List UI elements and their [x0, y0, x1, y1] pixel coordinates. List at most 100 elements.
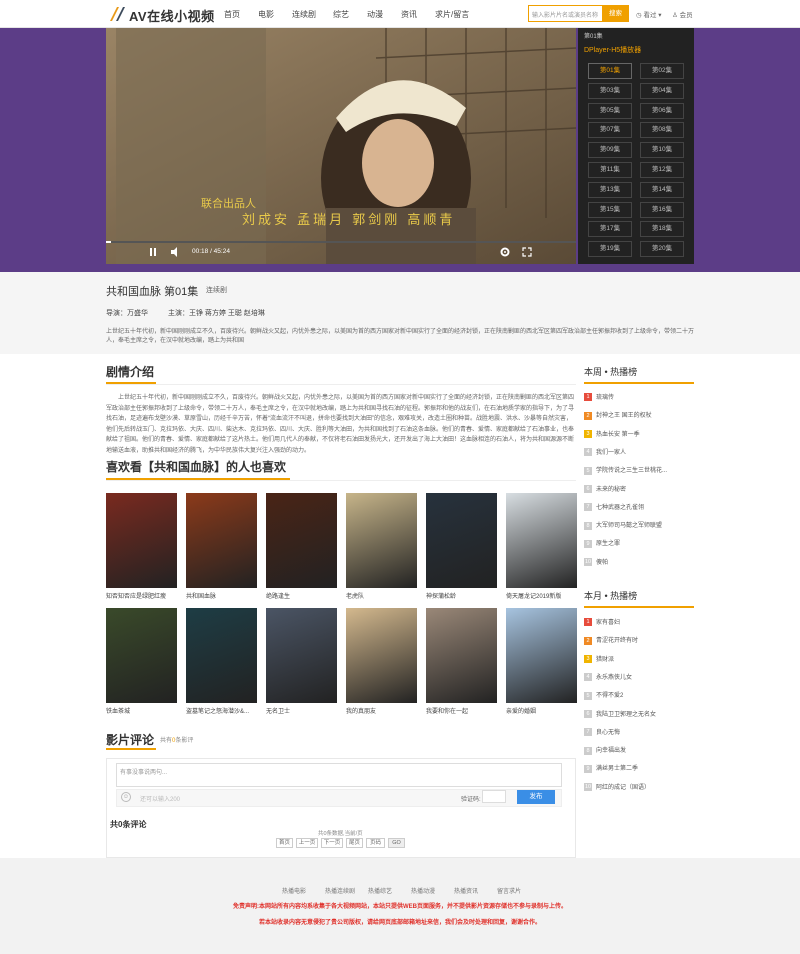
- poster-title[interactable]: 亲爱的婚姻: [506, 706, 577, 715]
- footer-link[interactable]: 热播资讯: [454, 886, 478, 895]
- nav-series[interactable]: 连续剧: [292, 9, 316, 20]
- rank-item[interactable]: 7 良心无悔: [584, 727, 620, 737]
- episode-button[interactable]: 第01集: [588, 63, 632, 79]
- rank-item[interactable]: 10 阿红的成记（国语）: [584, 782, 650, 792]
- rank-item[interactable]: 4 我们一家人: [584, 447, 626, 457]
- poster-title[interactable]: 铁血茶城: [106, 706, 177, 715]
- episode-button[interactable]: 第18集: [640, 221, 684, 238]
- logo-icon[interactable]: [108, 5, 126, 23]
- video-category-tag[interactable]: 连续剧: [206, 285, 227, 295]
- emoji-icon[interactable]: ☺: [121, 792, 131, 802]
- poster-thumbnail[interactable]: [266, 493, 337, 588]
- player-source-title[interactable]: DPlayer-H5播放器: [584, 45, 641, 55]
- poster-thumbnail[interactable]: [506, 608, 577, 703]
- episode-button[interactable]: 第02集: [640, 63, 684, 79]
- rank-item[interactable]: 8 大军师司马懿之军师联盟: [584, 520, 662, 530]
- rank-item[interactable]: 9 原生之罪: [584, 538, 620, 548]
- episode-button[interactable]: 第14集: [640, 181, 684, 198]
- poster-title[interactable]: 我要和你在一起: [426, 706, 497, 715]
- poster-title[interactable]: 倚天屠龙记2019新版: [506, 591, 577, 600]
- footer-link[interactable]: 留言求片: [497, 886, 521, 895]
- episode-button[interactable]: 第16集: [640, 201, 684, 218]
- rank-item[interactable]: 5 学院传说之三生三世桃花...: [584, 465, 667, 475]
- episode-button[interactable]: 第08集: [640, 122, 684, 139]
- fullscreen-icon[interactable]: [522, 247, 532, 257]
- footer-link[interactable]: 热播综艺: [368, 886, 392, 895]
- rank-item[interactable]: 2 封神之王 国王的权杖: [584, 410, 652, 420]
- footer-link[interactable]: 热播电影: [282, 886, 306, 895]
- poster-title[interactable]: 知否知否应是绿肥红瘦: [106, 591, 177, 600]
- rank-item[interactable]: 3 热血长安 第一季: [584, 429, 640, 439]
- episode-button[interactable]: 第09集: [588, 142, 632, 159]
- nav-home[interactable]: 首页: [224, 9, 240, 20]
- rank-item[interactable]: 1 琉璃传: [584, 392, 614, 402]
- poster-thumbnail[interactable]: [426, 608, 497, 703]
- rank-item[interactable]: 8 向幸福出发: [584, 745, 626, 755]
- rank-item[interactable]: 6 未来的秘密: [584, 484, 626, 493]
- settings-icon[interactable]: [500, 247, 510, 257]
- site-logo[interactable]: AV在线小视频: [129, 6, 215, 25]
- poster-thumbnail[interactable]: [186, 493, 257, 588]
- captcha-input[interactable]: [482, 790, 506, 803]
- rank-item[interactable]: 2 青涩花开终有时: [584, 635, 638, 645]
- pager-page-input[interactable]: 页码: [366, 838, 385, 848]
- watch-history-link[interactable]: ◷ 看过 ▾: [636, 9, 662, 19]
- rank-item[interactable]: 4 永乐燕侠儿女: [584, 672, 632, 682]
- member-link[interactable]: ♙ 会员: [672, 9, 693, 19]
- rank-item[interactable]: 10 傻帕: [584, 557, 608, 567]
- episode-button[interactable]: 第04集: [640, 82, 684, 99]
- poster-title[interactable]: 共和国血脉: [186, 591, 257, 600]
- comment-textarea[interactable]: 有事没事说两句...: [116, 763, 562, 787]
- comment-submit-button[interactable]: 发布: [517, 790, 555, 804]
- episode-button[interactable]: 第12集: [640, 162, 684, 178]
- rank-item[interactable]: 5 不得不爱2: [584, 690, 623, 700]
- poster-title[interactable]: 无名卫士: [266, 706, 337, 715]
- pager-last[interactable]: 尾页: [346, 838, 363, 848]
- episode-button[interactable]: 第15集: [588, 201, 632, 218]
- episode-button[interactable]: 第19集: [588, 241, 632, 258]
- search-button[interactable]: 搜索: [602, 5, 629, 22]
- episode-button[interactable]: 第05集: [588, 102, 632, 119]
- episode-button[interactable]: 第03集: [588, 82, 632, 99]
- rank-item[interactable]: 7 七种武器之孔雀翎: [584, 502, 644, 512]
- nav-news[interactable]: 资讯: [401, 9, 417, 20]
- poster-title[interactable]: 我的真朋友: [346, 706, 417, 715]
- poster-title[interactable]: 老虎队: [346, 591, 417, 600]
- footer-link[interactable]: 热播连续剧: [325, 886, 355, 895]
- episode-button[interactable]: 第10集: [640, 142, 684, 159]
- progress-bar[interactable]: [106, 241, 576, 243]
- pager-next[interactable]: 下一页: [321, 838, 343, 848]
- episode-button[interactable]: 第17集: [588, 221, 632, 238]
- rank-item[interactable]: 3 猎财派: [584, 654, 614, 664]
- rank-item[interactable]: 6 我陆卫卫郭理之无名女: [584, 709, 656, 718]
- director-name[interactable]: 万盛华: [127, 310, 148, 317]
- poster-thumbnail[interactable]: [186, 608, 257, 703]
- episode-button[interactable]: 第06集: [640, 102, 684, 119]
- poster-title[interactable]: 绝路逢生: [266, 591, 337, 600]
- nav-anime[interactable]: 动漫: [367, 9, 383, 20]
- poster-title[interactable]: 神探蒲松龄: [426, 591, 497, 600]
- poster-title[interactable]: 盗墓笔记之怒海潜沙&...: [186, 706, 257, 715]
- nav-request[interactable]: 求片/留言: [435, 9, 469, 20]
- episode-button[interactable]: 第20集: [640, 241, 684, 258]
- volume-icon[interactable]: [170, 247, 181, 257]
- rank-item[interactable]: 9 满丝男士第二季: [584, 763, 638, 773]
- episode-button[interactable]: 第11集: [588, 162, 632, 178]
- pause-icon[interactable]: [148, 247, 158, 257]
- nav-variety[interactable]: 综艺: [333, 9, 349, 20]
- poster-thumbnail[interactable]: [506, 493, 577, 588]
- poster-thumbnail[interactable]: [106, 493, 177, 588]
- episode-button[interactable]: 第13集: [588, 181, 632, 198]
- poster-thumbnail[interactable]: [106, 608, 177, 703]
- poster-thumbnail[interactable]: [346, 608, 417, 703]
- video-player[interactable]: 联合出品人 刘成安 孟瑞月 郭剑刚 高顺青 00:18 / 45:24: [106, 28, 576, 264]
- nav-movies[interactable]: 电影: [258, 9, 274, 20]
- cast-names[interactable]: 王铮 蒋方婷 王聪 赵培琳: [189, 310, 265, 317]
- search-input[interactable]: 输入影片片名或演员名称: [528, 5, 602, 22]
- episode-button[interactable]: 第07集: [588, 122, 632, 139]
- poster-thumbnail[interactable]: [346, 493, 417, 588]
- poster-thumbnail[interactable]: [266, 608, 337, 703]
- footer-link[interactable]: 热播动漫: [411, 886, 435, 895]
- poster-thumbnail[interactable]: [426, 493, 497, 588]
- pager-first[interactable]: 首页: [276, 838, 293, 848]
